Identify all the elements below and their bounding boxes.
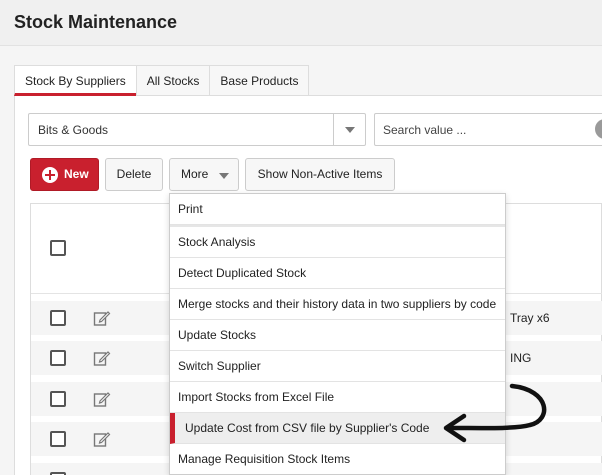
supplier-select-toggle[interactable] bbox=[333, 114, 365, 145]
new-button-label: New bbox=[64, 167, 89, 181]
tab-stock-by-suppliers[interactable]: Stock By Suppliers bbox=[14, 65, 137, 96]
plus-circle-icon bbox=[42, 167, 58, 183]
menu-item-merge-stocks[interactable]: Merge stocks and their history data in t… bbox=[170, 289, 505, 320]
row-checkbox[interactable] bbox=[50, 350, 66, 366]
more-button[interactable]: More bbox=[169, 158, 239, 191]
search-input[interactable] bbox=[374, 113, 602, 146]
edit-icon[interactable] bbox=[93, 309, 111, 327]
tab-bar: Stock By Suppliers All Stocks Base Produ… bbox=[14, 65, 310, 96]
row-checkbox[interactable] bbox=[50, 310, 66, 326]
supplier-select-value: Bits & Goods bbox=[38, 123, 109, 137]
tab-base-products[interactable]: Base Products bbox=[209, 65, 310, 96]
menu-item-print[interactable]: Print bbox=[170, 194, 505, 225]
show-non-active-button[interactable]: Show Non-Active Items bbox=[245, 158, 395, 191]
menu-item-detect-duplicated-stock[interactable]: Detect Duplicated Stock bbox=[170, 258, 505, 289]
select-all-checkbox[interactable] bbox=[50, 240, 66, 256]
more-button-label: More bbox=[181, 167, 209, 181]
delete-button[interactable]: Delete bbox=[105, 158, 163, 191]
row-checkbox[interactable] bbox=[50, 431, 66, 447]
annotation-arrow-icon bbox=[443, 383, 547, 443]
row-checkbox[interactable] bbox=[50, 391, 66, 407]
tab-all-stocks[interactable]: All Stocks bbox=[135, 65, 211, 96]
edit-icon[interactable] bbox=[93, 349, 111, 367]
edit-icon[interactable] bbox=[93, 430, 111, 448]
new-button[interactable]: New bbox=[30, 158, 99, 191]
row-cell: Tray x6 bbox=[510, 311, 550, 325]
edit-icon[interactable] bbox=[93, 390, 111, 408]
row-cell: ING bbox=[510, 351, 532, 365]
chevron-down-icon bbox=[219, 173, 229, 179]
supplier-select[interactable]: Bits & Goods bbox=[28, 113, 366, 146]
page-header: Stock Maintenance bbox=[0, 0, 602, 46]
menu-item-stock-analysis[interactable]: Stock Analysis bbox=[170, 227, 505, 258]
page-title: Stock Maintenance bbox=[14, 12, 178, 32]
chevron-down-icon bbox=[345, 127, 355, 133]
menu-item-update-stocks[interactable]: Update Stocks bbox=[170, 320, 505, 351]
